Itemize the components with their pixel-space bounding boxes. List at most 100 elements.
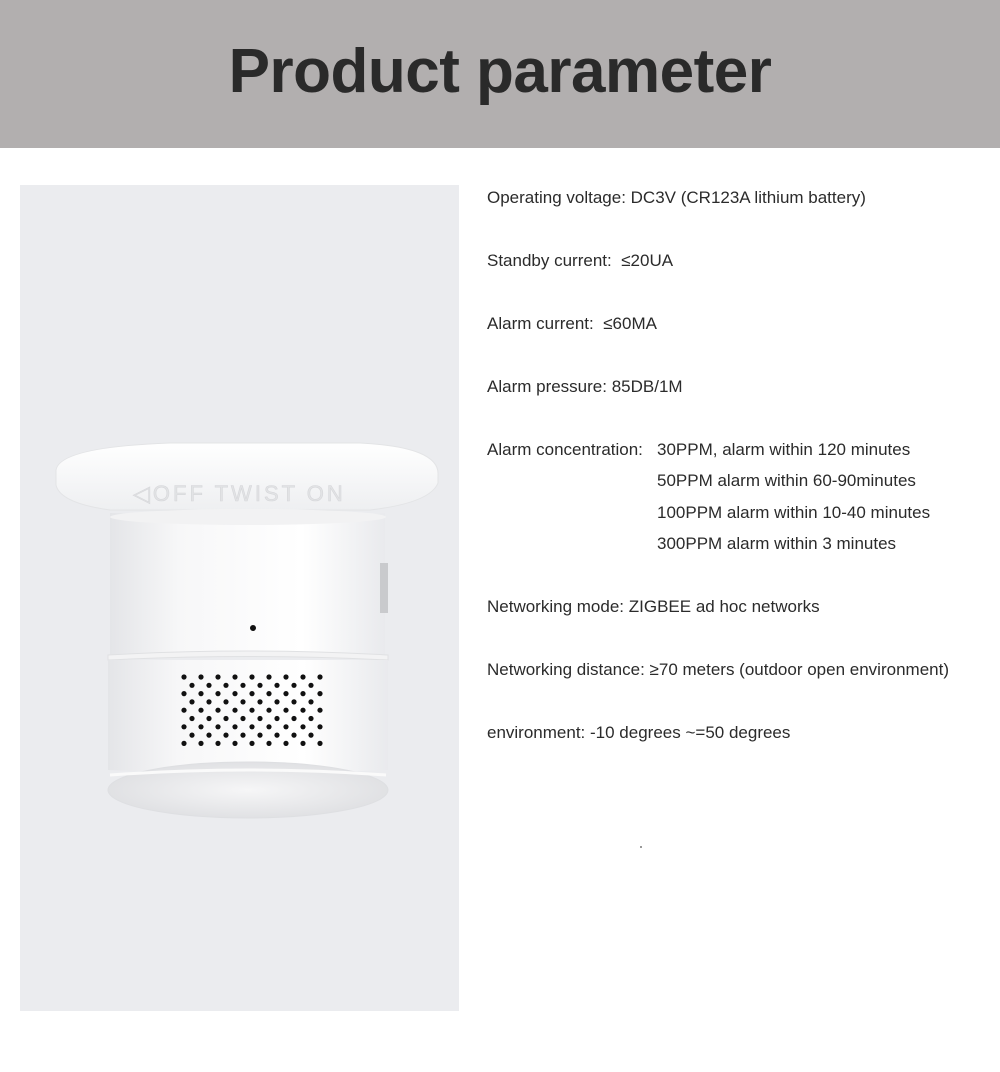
- spec-value: 85DB/1M: [611, 377, 683, 396]
- concentration-item: 30PPM, alarm within 120 minutes: [657, 440, 911, 459]
- spec-label: Operating voltage:: [487, 188, 626, 207]
- spec-networking-distance: Networking distance: ≥70 meters (outdoor…: [487, 659, 949, 681]
- spec-alarm-pressure: Alarm pressure: 85DB/1M: [487, 376, 683, 398]
- grille-hole: [232, 740, 238, 747]
- grille-hole: [283, 724, 289, 730]
- grille-hole: [249, 674, 255, 680]
- spec-label: Alarm pressure:: [487, 377, 607, 396]
- spec-label: Networking distance:: [487, 660, 645, 679]
- spec-operating-voltage: Operating voltage: DC3V (CR123A lithium …: [487, 187, 866, 209]
- grille-hole: [181, 707, 187, 713]
- grille-hole: [223, 699, 229, 705]
- page-title: Product parameter: [228, 37, 772, 106]
- grille-hole: [257, 715, 263, 722]
- grille-hole: [274, 699, 280, 705]
- grille-hole: [317, 740, 323, 747]
- grille-hole: [189, 699, 195, 705]
- header-banner: Product parameter: [0, 0, 1000, 148]
- spec-value: ZIGBEE ad hoc networks: [628, 597, 820, 616]
- spec-label: environment:: [487, 723, 586, 742]
- grille-hole: [274, 732, 280, 738]
- grille-hole: [181, 740, 187, 747]
- grille-hole: [300, 740, 306, 747]
- stray-dot: [640, 846, 642, 848]
- led-indicator: [250, 625, 256, 631]
- grille-hole: [257, 682, 263, 688]
- grille-hole: [266, 691, 272, 697]
- grille-hole: [181, 724, 187, 730]
- grille-hole: [249, 707, 255, 713]
- grille-hole: [215, 674, 221, 680]
- grille-hole: [215, 740, 221, 747]
- side-button: [380, 563, 388, 613]
- grille-hole: [283, 707, 289, 713]
- grille-hole: [249, 691, 255, 697]
- grille-hole: [206, 732, 212, 738]
- grille-hole: [223, 682, 229, 688]
- spec-label: Standby current:: [487, 251, 612, 270]
- spec-networking-mode: Networking mode: ZIGBEE ad hoc networks: [487, 596, 820, 618]
- grille-hole: [257, 732, 263, 738]
- grille-hole: [249, 724, 255, 730]
- grille-hole: [308, 682, 314, 688]
- spec-label: Alarm current:: [487, 314, 594, 333]
- grille-hole: [266, 740, 272, 747]
- grille-hole: [317, 691, 323, 697]
- grille-hole: [291, 732, 297, 738]
- grille-hole: [266, 707, 272, 713]
- grille-hole: [291, 699, 297, 705]
- grille-hole: [189, 682, 195, 688]
- grille-hole: [300, 674, 306, 680]
- grille-hole: [215, 691, 221, 697]
- concentration-item: 50PPM alarm within 60-90minutes: [657, 471, 916, 490]
- spec-standby-current: Standby current: ≤20UA: [487, 250, 673, 272]
- grille-hole: [240, 699, 246, 705]
- grille-hole: [308, 715, 314, 722]
- spec-value: ≤60MA: [603, 314, 657, 333]
- grille-hole: [291, 682, 297, 688]
- concentration-item: 100PPM alarm within 10-40 minutes: [657, 503, 931, 522]
- grille-hole: [206, 682, 212, 688]
- grille-hole: [206, 715, 212, 722]
- grille-hole: [240, 682, 246, 688]
- grille-hole: [283, 740, 289, 747]
- grille-hole: [232, 707, 238, 713]
- grille-hole: [232, 724, 238, 730]
- grille-hole: [223, 732, 229, 738]
- grille-hole: [215, 724, 221, 730]
- grille-hole: [240, 715, 246, 722]
- grille-hole: [300, 724, 306, 730]
- spec-value: ≤20UA: [621, 251, 674, 270]
- grille-hole: [317, 724, 323, 730]
- grille-hole: [198, 674, 204, 680]
- grille-hole: [308, 732, 314, 738]
- grille-hole: [317, 674, 323, 680]
- grille-hole: [223, 715, 229, 722]
- product-photo: ◁OFF TWIST ON: [20, 185, 459, 1011]
- grille-hole: [181, 691, 187, 697]
- spec-value: ≥70 meters (outdoor open environment): [649, 660, 949, 679]
- concentration-item: 300PPM alarm within 3 minutes: [657, 534, 897, 553]
- grille-hole: [308, 699, 314, 705]
- co-detector-illustration: ◁OFF TWIST ON: [55, 442, 439, 819]
- grille-hole: [232, 691, 238, 697]
- grille-hole: [300, 691, 306, 697]
- grille-hole: [189, 732, 195, 738]
- grille-hole: [189, 715, 195, 722]
- grille-hole: [300, 707, 306, 713]
- spec-alarm-current: Alarm current: ≤60MA: [487, 313, 657, 335]
- grille-hole: [198, 707, 204, 713]
- spec-label: Alarm concentration:: [487, 440, 643, 459]
- grille-hole: [317, 707, 323, 713]
- spec-value: -10 degrees ~=50 degrees: [590, 723, 791, 742]
- grille-hole: [232, 674, 238, 680]
- grille-hole: [215, 707, 221, 713]
- embossed-text: ◁OFF TWIST ON: [133, 481, 346, 506]
- grille-hole: [266, 674, 272, 680]
- grille-hole: [206, 699, 212, 705]
- spec-environment: environment: -10 degrees ~=50 degrees: [487, 722, 790, 744]
- spec-alarm-concentration: Alarm concentration: 30PPM, alarm within…: [487, 439, 930, 553]
- grille-hole: [198, 740, 204, 747]
- grille-hole: [249, 740, 255, 747]
- spec-value: DC3V (CR123A lithium battery): [630, 188, 866, 207]
